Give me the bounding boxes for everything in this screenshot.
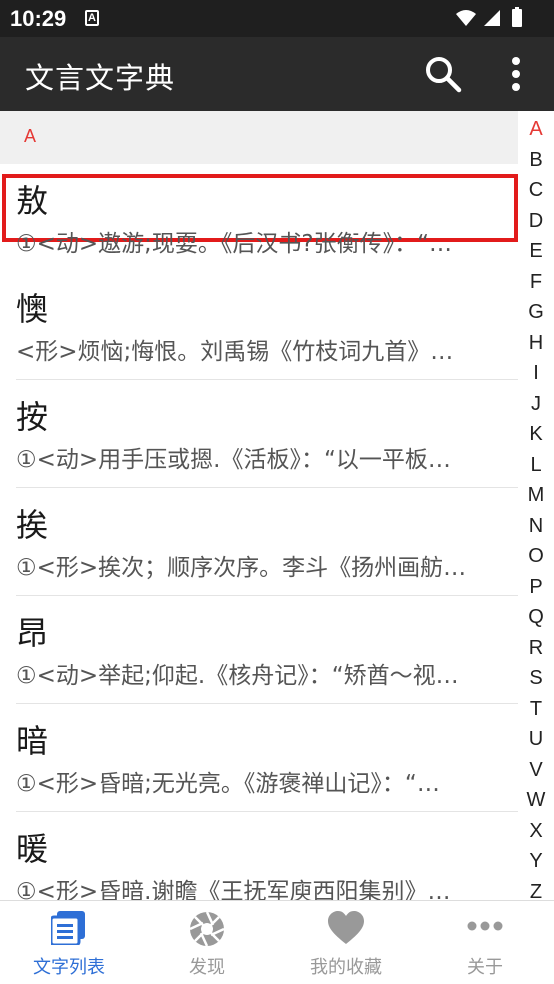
alpha-letter-s[interactable]: S (518, 666, 554, 690)
alpha-letter-e[interactable]: E (518, 239, 554, 263)
aperture-icon (189, 911, 225, 951)
entry-char: 敖 (16, 182, 49, 220)
alpha-letter-v[interactable]: V (518, 758, 554, 782)
entry-definition: ①<动>用手压或摁.《活板》：“以一平板… (16, 447, 451, 473)
search-icon (426, 57, 462, 93)
list-item[interactable]: 敖 ①<动>遨游;现耍。《后汉书?张衡传》：“… (0, 164, 518, 272)
entry-char: 挨 (16, 506, 49, 544)
alpha-letter-b[interactable]: B (518, 148, 554, 172)
alphabet-index[interactable]: ABCDEFGHIJKLMNOPQRSTUVWXYZ (518, 111, 554, 903)
status-bar: 10:29 A (0, 0, 554, 37)
entry-char: 暗 (16, 722, 49, 760)
nav-item-word-list[interactable]: 文字列表 (0, 901, 138, 984)
entry-definition: ①<动>遨游;现耍。《后汉书?张衡传》：“… (16, 231, 453, 257)
app-title: 文言文字典 (25, 61, 176, 95)
alpha-letter-g[interactable]: G (518, 300, 554, 324)
entry-char: 昂 (16, 614, 49, 652)
alpha-letter-x[interactable]: X (518, 819, 554, 843)
alpha-letter-l[interactable]: L (518, 453, 554, 477)
alpha-letter-w[interactable]: W (518, 788, 554, 812)
list-item[interactable]: 暖 ①<形>昏暗.谢瞻《王抚军庾西阳集别》… (0, 812, 518, 900)
bottom-navigation: 文字列表 发现 我的收藏 关于 (0, 900, 554, 984)
alpha-letter-y[interactable]: Y (518, 849, 554, 873)
alpha-letter-k[interactable]: K (518, 422, 554, 446)
search-button[interactable] (424, 55, 462, 93)
app-bar: 文言文字典 (0, 37, 554, 111)
list-item[interactable]: 昂 ①<动>举起;仰起.《核舟记》：“矫酋～视… (0, 596, 518, 704)
alpha-letter-c[interactable]: C (518, 178, 554, 202)
alpha-letter-m[interactable]: M (518, 483, 554, 507)
nav-label: 我的收藏 (310, 957, 382, 978)
list-icon (49, 911, 87, 949)
heart-icon (328, 911, 364, 949)
more-options-button[interactable] (504, 55, 528, 93)
list-item[interactable]: 挨 ①<形>挨次；顺序次序。李斗《扬州画舫… (0, 488, 518, 596)
alpha-letter-t[interactable]: T (518, 697, 554, 721)
status-time: 10:29 (10, 6, 67, 31)
entry-definition: ①<形>昏暗;无光亮。《游褒禅山记》：“… (16, 771, 440, 797)
alpha-letter-o[interactable]: O (518, 544, 554, 568)
entry-definition: ①<动>举起;仰起.《核舟记》：“矫酋～视… (16, 663, 459, 689)
more-vertical-icon (512, 57, 520, 91)
section-header: A (0, 111, 554, 164)
alpha-letter-n[interactable]: N (518, 514, 554, 538)
nav-item-favorites[interactable]: 我的收藏 (277, 901, 415, 984)
entry-list: 敖 ①<动>遨游;现耍。《后汉书?张衡传》：“… 懊 <形>烦恼;悔恨。刘禹锡《… (0, 164, 518, 900)
nav-label: 关于 (467, 957, 503, 978)
alpha-letter-h[interactable]: H (518, 331, 554, 355)
alpha-letter-a[interactable]: A (518, 117, 554, 141)
entry-char: 暖 (16, 830, 49, 868)
notification-icon: A (85, 10, 99, 26)
alpha-letter-f[interactable]: F (518, 270, 554, 294)
entry-definition: <形>烦恼;悔恨。刘禹锡《竹枝词九首》… (16, 339, 454, 365)
entry-definition: ①<形>昏暗.谢瞻《王抚军庾西阳集别》… (16, 879, 451, 900)
alpha-letter-i[interactable]: I (518, 361, 554, 385)
list-item[interactable]: 按 ①<动>用手压或摁.《活板》：“以一平板… (0, 380, 518, 488)
alpha-letter-p[interactable]: P (518, 575, 554, 599)
nav-item-about[interactable]: 关于 (416, 901, 554, 984)
alpha-letter-u[interactable]: U (518, 727, 554, 751)
entry-definition: ①<形>挨次；顺序次序。李斗《扬州画舫… (16, 555, 467, 581)
list-item[interactable]: 懊 <形>烦恼;悔恨。刘禹锡《竹枝词九首》… (0, 272, 518, 380)
section-letter: A (24, 126, 37, 146)
wifi-signal-battery-icon (456, 7, 522, 27)
nav-item-discover[interactable]: 发现 (138, 901, 276, 984)
alpha-letter-q[interactable]: Q (518, 605, 554, 629)
nav-label: 文字列表 (33, 957, 105, 978)
alpha-letter-r[interactable]: R (518, 636, 554, 660)
list-item[interactable]: 暗 ①<形>昏暗;无光亮。《游褒禅山记》：“… (0, 704, 518, 812)
entry-char: 懊 (16, 290, 49, 328)
alpha-letter-j[interactable]: J (518, 392, 554, 416)
status-icons (454, 6, 546, 30)
entry-char: 按 (16, 398, 49, 436)
alpha-letter-d[interactable]: D (518, 209, 554, 233)
nav-label: 发现 (189, 957, 225, 978)
more-horizontal-icon (467, 917, 503, 936)
